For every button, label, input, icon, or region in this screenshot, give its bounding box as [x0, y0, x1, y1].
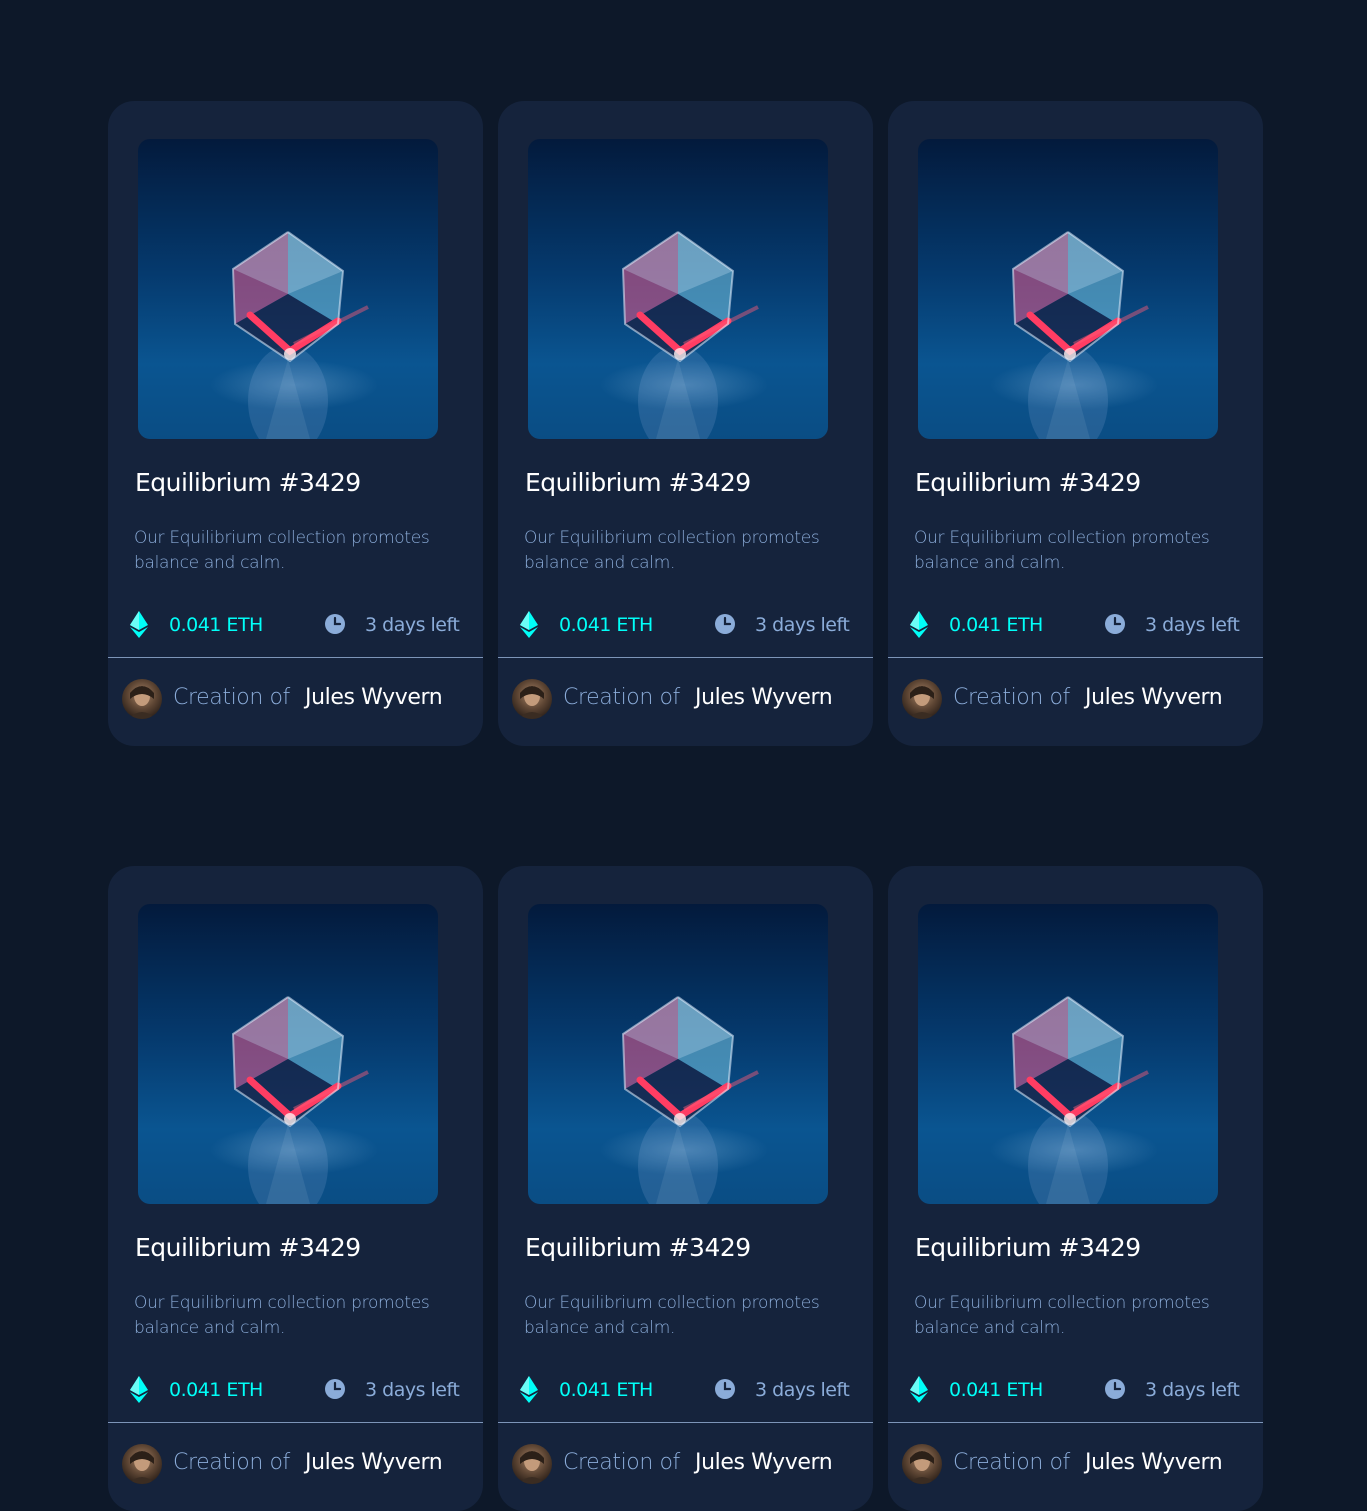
creator-prefix: Creation of: [173, 1450, 290, 1475]
creator-name-link[interactable]: Jules Wyvern: [305, 685, 443, 710]
ethereum-icon: [520, 1376, 538, 1403]
glass-cube-illustration: [1011, 231, 1149, 439]
ethereum-icon: [130, 1376, 148, 1403]
card-meta-row: 0.041 ETH 3 days left: [130, 1376, 460, 1404]
card-meta-row: 0.041 ETH 3 days left: [520, 1376, 850, 1404]
creator-row: Creation of Jules Wyvern: [122, 679, 472, 719]
divider: [108, 657, 483, 658]
time-left-text: 3 days left: [755, 1379, 850, 1401]
divider: [888, 657, 1263, 658]
card-meta-row: 0.041 ETH 3 days left: [910, 611, 1240, 639]
creator-name-link[interactable]: Jules Wyvern: [1085, 1450, 1223, 1475]
ethereum-icon: [520, 611, 538, 638]
ethereum-icon: [910, 611, 928, 638]
clock-icon: [325, 1379, 345, 1399]
divider: [888, 1422, 1263, 1423]
card-description: Our Equilibrium collection promotes bala…: [524, 528, 820, 573]
clock-icon: [715, 614, 735, 634]
time-left-text: 3 days left: [365, 614, 460, 636]
glass-cube-illustration: [231, 231, 369, 439]
ethereum-icon: [130, 611, 148, 638]
divider: [498, 1422, 873, 1423]
time-left-text: 3 days left: [1145, 1379, 1240, 1401]
card-description: Our Equilibrium collection promotes bala…: [134, 1293, 430, 1338]
nft-card[interactable]: Equilibrium #3429 Our Equilibrium collec…: [888, 866, 1263, 1511]
avatar[interactable]: [122, 679, 162, 719]
nft-card-grid: Equilibrium #3429 Our Equilibrium collec…: [108, 101, 1263, 1511]
price-text: 0.041 ETH: [949, 614, 1043, 636]
price-text: 0.041 ETH: [169, 614, 263, 636]
glass-cube-illustration: [1011, 996, 1149, 1204]
creator-prefix: Creation of: [563, 1450, 680, 1475]
card-title[interactable]: Equilibrium #3429: [915, 1233, 1141, 1262]
creator-row: Creation of Jules Wyvern: [902, 1444, 1252, 1484]
glass-cube-illustration: [621, 231, 759, 439]
card-title[interactable]: Equilibrium #3429: [135, 468, 361, 497]
creator-prefix: Creation of: [173, 685, 290, 710]
nft-card[interactable]: Equilibrium #3429 Our Equilibrium collec…: [888, 101, 1263, 746]
price-text: 0.041 ETH: [949, 1379, 1043, 1401]
creator-name-link[interactable]: Jules Wyvern: [305, 1450, 443, 1475]
creator-row: Creation of Jules Wyvern: [512, 1444, 862, 1484]
ethereum-icon: [910, 1376, 928, 1403]
card-description: Our Equilibrium collection promotes bala…: [914, 1293, 1210, 1338]
clock-icon: [1105, 1379, 1125, 1399]
card-description: Our Equilibrium collection promotes bala…: [524, 1293, 820, 1338]
time-left-text: 3 days left: [1145, 614, 1240, 636]
glass-cube-illustration: [621, 996, 759, 1204]
clock-icon: [325, 614, 345, 634]
divider: [498, 657, 873, 658]
avatar[interactable]: [902, 679, 942, 719]
card-description: Our Equilibrium collection promotes bala…: [914, 528, 1210, 573]
nft-image[interactable]: [138, 904, 438, 1204]
creator-name-link[interactable]: Jules Wyvern: [695, 685, 833, 710]
card-meta-row: 0.041 ETH 3 days left: [910, 1376, 1240, 1404]
creator-prefix: Creation of: [953, 1450, 1070, 1475]
creator-prefix: Creation of: [563, 685, 680, 710]
card-title[interactable]: Equilibrium #3429: [915, 468, 1141, 497]
nft-card[interactable]: Equilibrium #3429 Our Equilibrium collec…: [108, 866, 483, 1511]
price-text: 0.041 ETH: [169, 1379, 263, 1401]
card-title[interactable]: Equilibrium #3429: [525, 1233, 751, 1262]
creator-prefix: Creation of: [953, 685, 1070, 710]
divider: [108, 1422, 483, 1423]
creator-name-link[interactable]: Jules Wyvern: [695, 1450, 833, 1475]
glass-cube-illustration: [231, 996, 369, 1204]
avatar[interactable]: [902, 1444, 942, 1484]
time-left-text: 3 days left: [755, 614, 850, 636]
avatar[interactable]: [512, 1444, 552, 1484]
avatar[interactable]: [122, 1444, 162, 1484]
card-meta-row: 0.041 ETH 3 days left: [520, 611, 850, 639]
nft-image[interactable]: [918, 904, 1218, 1204]
creator-name-link[interactable]: Jules Wyvern: [1085, 685, 1223, 710]
card-description: Our Equilibrium collection promotes bala…: [134, 528, 430, 573]
nft-card[interactable]: Equilibrium #3429 Our Equilibrium collec…: [498, 101, 873, 746]
clock-icon: [715, 1379, 735, 1399]
price-text: 0.041 ETH: [559, 1379, 653, 1401]
nft-card[interactable]: Equilibrium #3429 Our Equilibrium collec…: [498, 866, 873, 1511]
creator-row: Creation of Jules Wyvern: [122, 1444, 472, 1484]
creator-row: Creation of Jules Wyvern: [902, 679, 1252, 719]
avatar[interactable]: [512, 679, 552, 719]
nft-image[interactable]: [918, 139, 1218, 439]
creator-row: Creation of Jules Wyvern: [512, 679, 862, 719]
time-left-text: 3 days left: [365, 1379, 460, 1401]
card-meta-row: 0.041 ETH 3 days left: [130, 611, 460, 639]
clock-icon: [1105, 614, 1125, 634]
price-text: 0.041 ETH: [559, 614, 653, 636]
card-title[interactable]: Equilibrium #3429: [135, 1233, 361, 1262]
nft-image[interactable]: [528, 904, 828, 1204]
nft-image[interactable]: [528, 139, 828, 439]
card-title[interactable]: Equilibrium #3429: [525, 468, 751, 497]
nft-image[interactable]: [138, 139, 438, 439]
nft-card[interactable]: Equilibrium #3429 Our Equilibrium collec…: [108, 101, 483, 746]
